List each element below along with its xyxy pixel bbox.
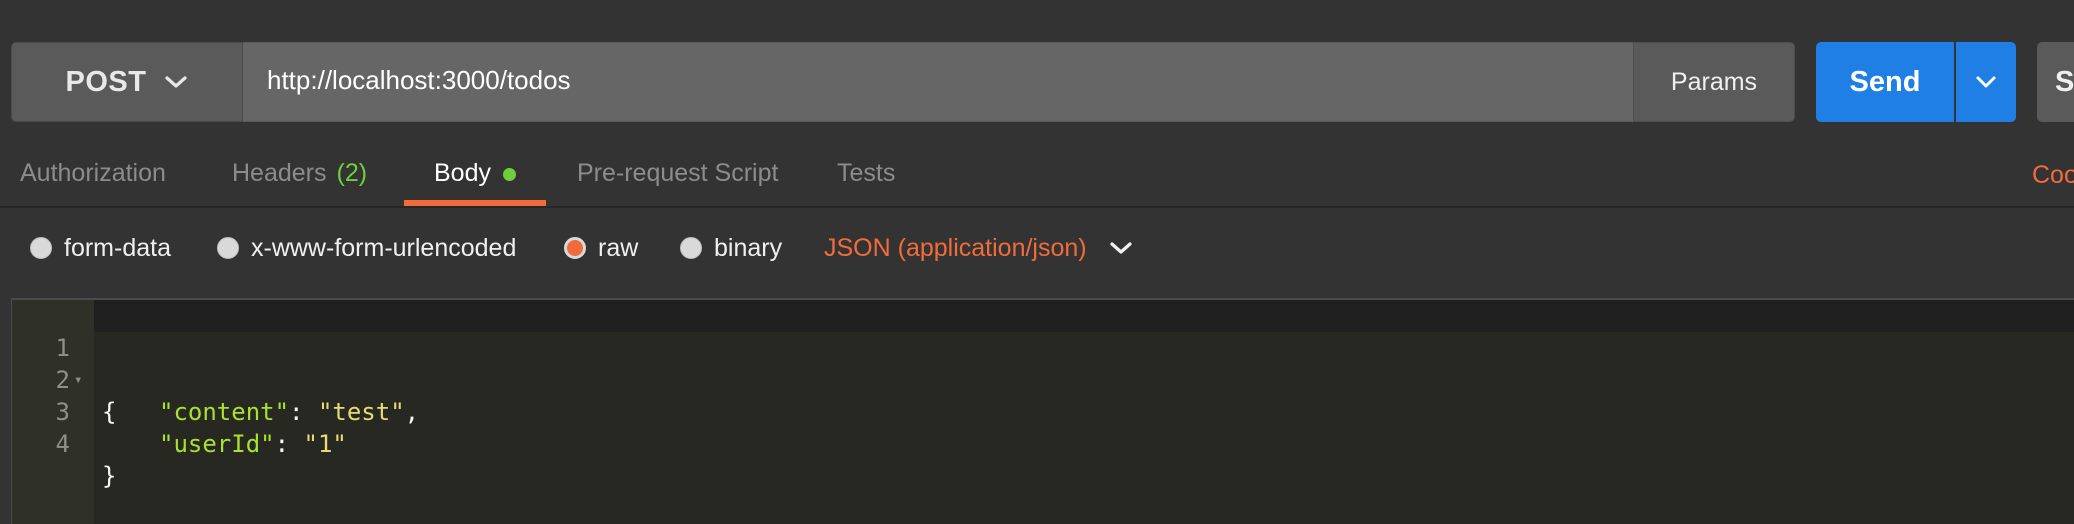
chevron-down-icon (1110, 242, 1132, 254)
headers-count-badge: (2) (336, 158, 368, 187)
chevron-down-icon (1976, 76, 1996, 88)
send-button[interactable]: Send (1816, 42, 1954, 122)
chevron-down-icon (165, 76, 188, 88)
tab-authorization[interactable]: Authorization (20, 140, 166, 206)
tab-label: Tests (837, 158, 896, 187)
content-type-select[interactable]: JSON (application/json) (824, 226, 1133, 270)
code-line: 4 } (12, 396, 2074, 490)
radio-raw[interactable]: raw (564, 226, 638, 270)
radio-label: binary (714, 233, 783, 262)
params-button[interactable]: Params (1633, 42, 1795, 122)
radio-circle[interactable] (680, 237, 702, 259)
send-label: Send (1849, 65, 1921, 98)
code-editor[interactable]: 1 ▾ { 2 "content": "test", 3 "userId": "… (11, 298, 2074, 524)
url-value: http://localhost:3000/todos (267, 64, 571, 95)
postman-request-panel: POST http://localhost:3000/todos Params … (0, 0, 2074, 524)
radio-label: raw (598, 233, 639, 262)
body-indicator-dot (502, 167, 516, 181)
tab-label: Headers (232, 158, 327, 187)
code-text: } (102, 460, 116, 492)
save-button[interactable]: Sa (2037, 42, 2074, 122)
json-separator: : (274, 430, 304, 458)
url-input[interactable]: http://localhost:3000/todos (243, 42, 1633, 122)
send-dropdown-button[interactable] (1956, 42, 2016, 122)
tab-label: Pre-request Script (577, 158, 779, 187)
code-line: 1 ▾ { (12, 300, 2074, 426)
radio-circle[interactable] (30, 237, 52, 259)
radio-x-www-form-urlencoded[interactable]: x-www-form-urlencoded (217, 226, 516, 270)
request-tabs: Authorization Headers (2) Body Pre-reque… (0, 140, 2074, 206)
radio-circle[interactable] (217, 237, 239, 259)
tabs-divider (0, 206, 2074, 208)
code-text: "userId": "1" (159, 428, 347, 460)
radio-binary[interactable]: binary (680, 226, 782, 270)
content-type-label: JSON (application/json) (824, 233, 1087, 262)
tab-label: Authorization (20, 158, 166, 187)
code-line: 2 "content": "test", (12, 332, 2074, 426)
tab-label: Body (434, 158, 491, 187)
radio-label: x-www-form-urlencoded (251, 233, 517, 262)
json-value: "1" (303, 430, 347, 458)
method-label: POST (65, 65, 147, 98)
cookies-link[interactable]: Coo (2032, 161, 2074, 190)
radio-circle-checked[interactable] (564, 237, 586, 259)
json-key: "userId" (159, 430, 275, 458)
tab-body[interactable]: Body (434, 140, 516, 206)
code-line: 3 "userId": "1" (12, 364, 2074, 458)
method-select[interactable]: POST (11, 42, 243, 122)
radio-label: form-data (64, 233, 171, 262)
json-brace: } (102, 462, 117, 490)
tab-headers[interactable]: Headers (2) (232, 140, 367, 206)
tab-tests[interactable]: Tests (837, 140, 895, 206)
tab-pre-request-script[interactable]: Pre-request Script (577, 140, 778, 206)
save-label: Sa (2055, 65, 2074, 98)
radio-form-data[interactable]: form-data (30, 226, 171, 270)
params-label: Params (1670, 67, 1758, 96)
line-number: 4 (55, 430, 70, 458)
